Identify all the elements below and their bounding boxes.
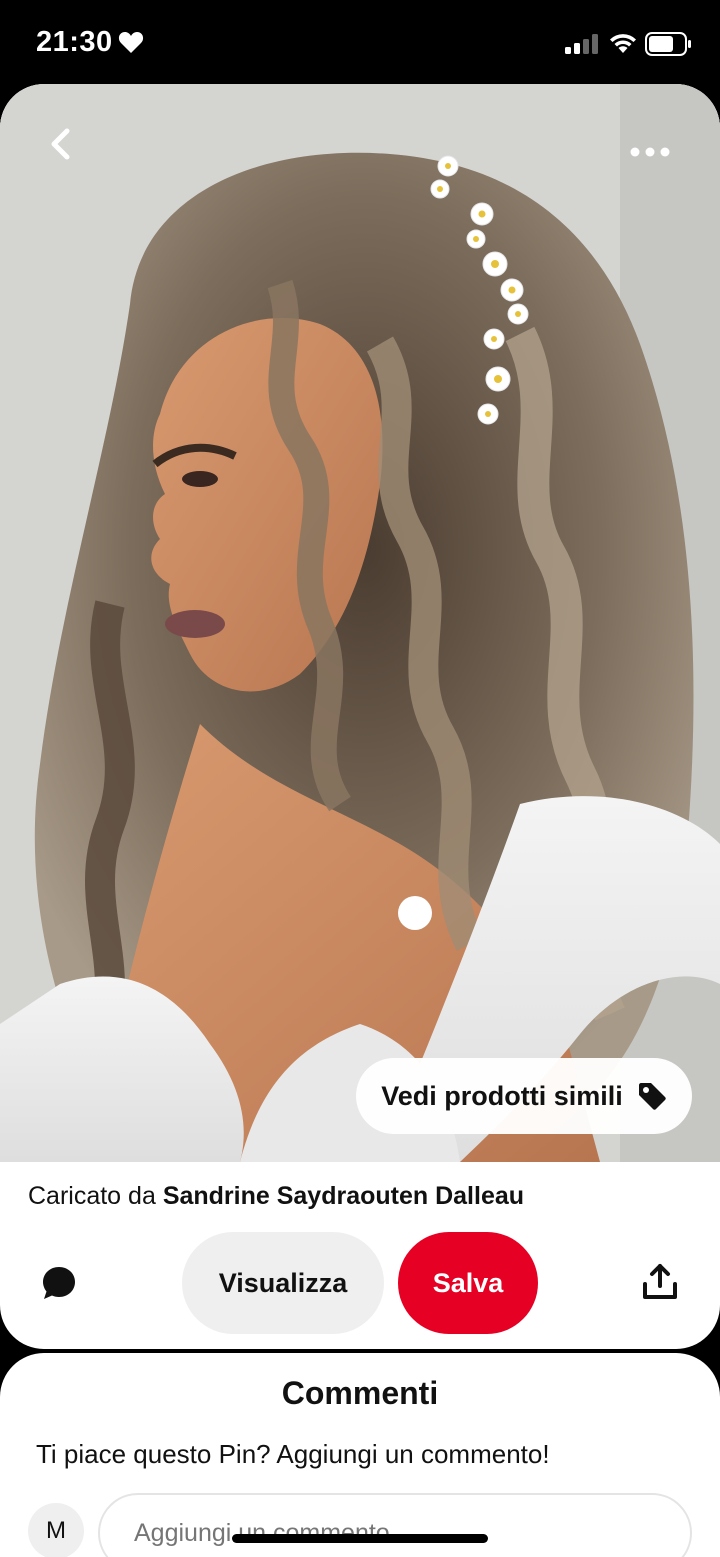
pin-photo [0,84,720,1162]
tag-icon [638,1083,666,1110]
uploader-name[interactable]: Sandrine Saydraouten Dalleau [163,1182,524,1210]
more-options-button[interactable] [622,134,678,170]
similar-products-button[interactable]: Vedi prodotti simili [356,1058,692,1134]
back-chevron-icon [51,128,70,160]
status-time: 21:30 [36,26,113,58]
comment-bubble-icon[interactable] [40,1264,78,1302]
comments-title: Commenti [281,1375,439,1411]
comments-section: Commenti Ti piace questo Pin? Aggiungi u… [0,1353,720,1557]
view-button[interactable]: Visualizza [182,1232,384,1334]
save-button[interactable]: Salva [398,1232,538,1334]
share-icon[interactable] [640,1262,680,1302]
image-indicator-dot [398,896,432,930]
back-button[interactable] [38,122,82,166]
similar-products-label: Vedi prodotti simili [381,1080,623,1111]
home-indicator[interactable] [232,1534,488,1543]
signal-icon [565,34,598,54]
battery-icon [645,32,691,56]
pin-card: Vedi prodotti simili Caricato da Sandrin… [0,84,720,1349]
comments-prompt: Ti piace questo Pin? Aggiungi un comment… [36,1439,550,1469]
comment-input[interactable] [98,1493,692,1557]
pin-image[interactable]: Vedi prodotti simili [0,84,720,1162]
uploader-line: Caricato da Sandrine Saydraouten Dalleau [28,1182,524,1211]
avatar[interactable]: M [28,1503,84,1557]
more-dots-icon [630,147,670,157]
uploader-prefix: Caricato da [28,1182,156,1210]
status-bar: 21:30 [0,0,720,84]
wifi-icon [610,34,636,53]
heart-icon [118,32,144,53]
